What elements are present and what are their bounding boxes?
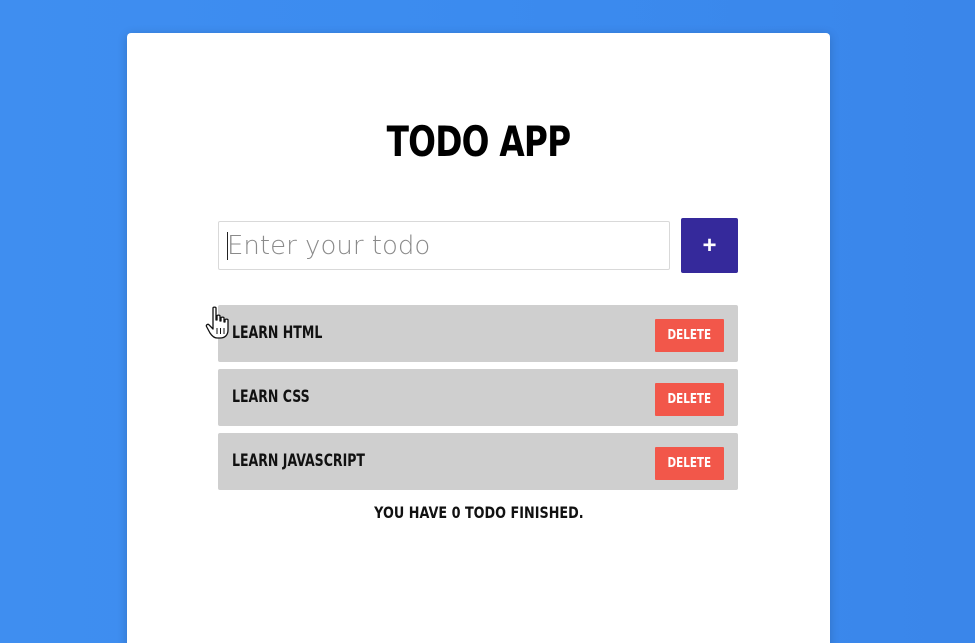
todo-item: LEARN CSS DELETE: [218, 369, 738, 426]
delete-button-label: DELETE: [667, 456, 712, 471]
todo-card: TODO APP + LEARN HTML DELETE LEARN CSS D…: [127, 33, 830, 643]
delete-button-label: DELETE: [667, 392, 712, 407]
todo-input[interactable]: [218, 221, 670, 270]
todo-item-text[interactable]: LEARN JAVASCRIPT: [232, 451, 365, 471]
delete-button[interactable]: DELETE: [655, 383, 724, 416]
todo-list: LEARN HTML DELETE LEARN CSS DELETE LEARN…: [218, 305, 738, 497]
page-title: TODO APP: [386, 117, 572, 166]
todo-item: LEARN JAVASCRIPT DELETE: [218, 433, 738, 490]
text-caret: [227, 232, 228, 260]
todo-item-text[interactable]: LEARN HTML: [232, 323, 322, 343]
delete-button[interactable]: DELETE: [655, 319, 724, 352]
delete-button-label: DELETE: [667, 328, 712, 343]
finished-status-text: YOU HAVE 0 TODO FINISHED.: [373, 503, 584, 522]
todo-input-row: +: [218, 218, 738, 273]
todo-item-text[interactable]: LEARN CSS: [232, 387, 310, 407]
finished-status: YOU HAVE 0 TODO FINISHED.: [127, 503, 830, 522]
todo-item: LEARN HTML DELETE: [218, 305, 738, 362]
add-todo-button[interactable]: +: [681, 218, 738, 273]
delete-button[interactable]: DELETE: [655, 447, 724, 480]
